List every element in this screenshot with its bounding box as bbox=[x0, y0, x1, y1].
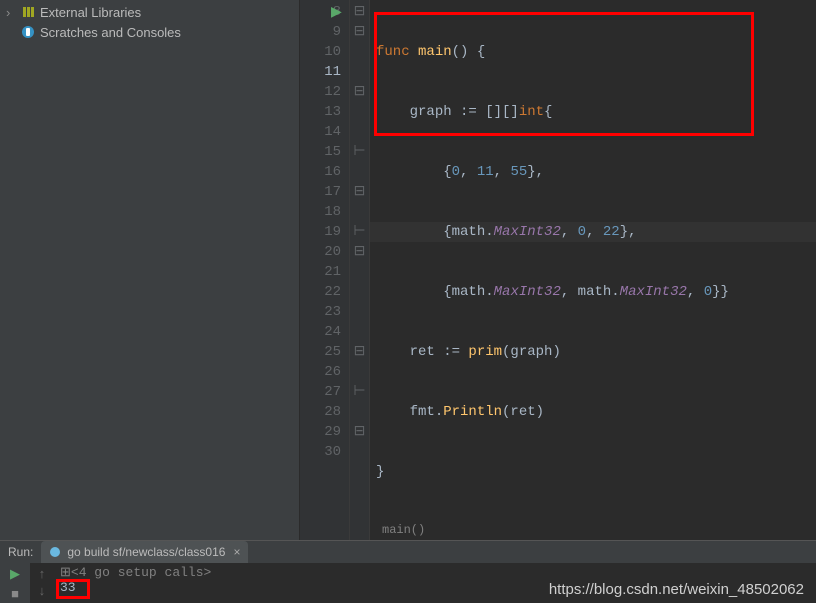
chevron-right-icon: › bbox=[6, 5, 20, 20]
run-gutter-icon[interactable]: ▶ bbox=[331, 3, 342, 23]
up-arrow-icon[interactable]: ↑ bbox=[38, 567, 46, 582]
highlight-box-2 bbox=[56, 579, 90, 599]
project-sidebar[interactable]: › External Libraries Scratches and Conso… bbox=[0, 0, 300, 540]
close-icon[interactable]: × bbox=[233, 545, 240, 559]
run-controls: ▶ ■ bbox=[0, 563, 30, 603]
down-arrow-icon[interactable]: ↓ bbox=[38, 584, 46, 599]
run-label: Run: bbox=[8, 545, 33, 559]
breadcrumb[interactable]: main() bbox=[370, 520, 816, 540]
scratches-icon bbox=[20, 25, 36, 39]
run-nav: ↑ ↓ bbox=[30, 563, 54, 603]
go-icon bbox=[49, 546, 61, 558]
sidebar-item-label: External Libraries bbox=[40, 5, 141, 20]
run-tab-label: go build sf/newclass/class016 bbox=[67, 545, 225, 559]
fold-gutter: ⊟ ⊟ ⊟ ⊢ ⊟ ⊢ ⊟ ⊟ ⊢ ⊟ bbox=[350, 0, 370, 540]
setup-line: <4 go setup calls> bbox=[71, 565, 211, 580]
sidebar-item-label: Scratches and Consoles bbox=[40, 25, 181, 40]
rerun-button[interactable]: ▶ bbox=[10, 567, 20, 583]
library-icon bbox=[20, 5, 36, 19]
stop-button[interactable]: ■ bbox=[11, 587, 19, 603]
line-gutter: 8 9 10 11 12 13 14 15 16 17 18 19 20 21 … bbox=[300, 0, 350, 540]
sidebar-item-scratches[interactable]: Scratches and Consoles bbox=[0, 22, 299, 42]
sidebar-item-external-libraries[interactable]: › External Libraries bbox=[0, 2, 299, 22]
run-header: Run: go build sf/newclass/class016 × bbox=[0, 541, 816, 563]
code-editor[interactable]: 8 9 10 11 12 13 14 15 16 17 18 19 20 21 … bbox=[300, 0, 816, 540]
watermark: https://blog.csdn.net/weixin_48502062 bbox=[549, 581, 804, 598]
run-tab[interactable]: go build sf/newclass/class016 × bbox=[41, 541, 248, 563]
code-body[interactable]: func main() { graph := [][]int{ {0, 11, … bbox=[370, 2, 816, 540]
